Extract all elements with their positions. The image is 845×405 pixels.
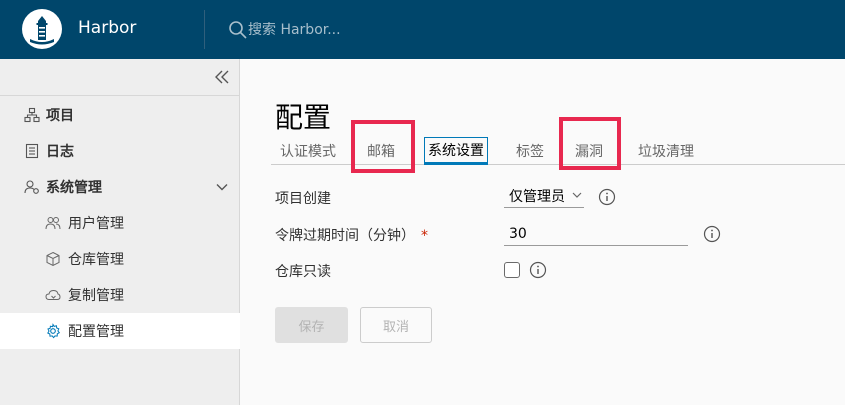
info-icon[interactable] (529, 261, 547, 279)
registry-readonly-checkbox[interactable] (504, 262, 520, 278)
sidebar-item-label: 系统管理 (46, 180, 102, 196)
global-search[interactable] (228, 18, 468, 42)
tab-garbage-collection[interactable]: 垃圾清理 (629, 137, 703, 165)
sidebar-item-replications[interactable]: 复制管理 (0, 277, 240, 313)
tab-auth[interactable]: 认证模式 (271, 137, 345, 165)
sidebar-item-logs[interactable]: 日志 (0, 133, 240, 169)
log-icon (25, 143, 39, 159)
project-creation-select[interactable]: 仅管理员 (504, 184, 584, 208)
users-icon (45, 217, 61, 230)
sidebar-item-label: 配置管理 (68, 324, 124, 340)
sidebar-item-projects[interactable]: 项目 (0, 97, 240, 133)
sidebar-item-registries[interactable]: 仓库管理 (0, 241, 240, 277)
header-divider (204, 10, 205, 49)
chevron-down-icon (572, 192, 582, 198)
app-header: Harbor (0, 0, 845, 59)
cancel-button[interactable]: 取消 (360, 307, 432, 343)
harbor-logo-icon[interactable] (22, 9, 62, 49)
sidebar-item-label: 仓库管理 (68, 252, 124, 268)
save-button[interactable]: 保存 (275, 307, 348, 343)
sidebar: 项目 日志 系统管理 用户管理 仓库管理 复制管理 配置管理 (0, 59, 240, 405)
project-creation-label: 项目创建 (275, 191, 331, 207)
project-icon (24, 107, 40, 123)
registry-icon (46, 251, 60, 267)
sidebar-item-users[interactable]: 用户管理 (0, 205, 240, 241)
page-title: 配置 (275, 101, 332, 134)
search-input[interactable] (248, 22, 458, 38)
collapse-sidebar-icon[interactable] (212, 67, 232, 87)
search-icon (229, 21, 247, 39)
sidebar-item-admin[interactable]: 系统管理 (0, 169, 240, 205)
info-icon[interactable] (703, 225, 721, 243)
sidebar-item-label: 项目 (46, 108, 74, 124)
tab-labels[interactable]: 标签 (509, 137, 551, 165)
tab-email[interactable]: 邮箱 (355, 137, 407, 165)
sidebar-item-label: 日志 (46, 144, 74, 160)
tab-system-settings[interactable]: 系统设置 (424, 137, 488, 165)
gear-icon (47, 323, 61, 339)
app-title[interactable]: Harbor (78, 18, 136, 38)
sidebar-item-label: 复制管理 (68, 288, 124, 304)
token-expiry-label: 令牌过期时间（分钟） * (275, 225, 428, 245)
chevron-down-icon[interactable] (215, 180, 229, 194)
sidebar-item-label: 用户管理 (68, 216, 124, 232)
config-tabs: 认证模式 邮箱 系统设置 标签 漏洞 垃圾清理 (271, 137, 845, 165)
tab-vulnerability[interactable]: 漏洞 (567, 137, 611, 165)
info-icon[interactable] (598, 188, 616, 206)
sidebar-item-configuration[interactable]: 配置管理 (0, 313, 240, 349)
required-marker: * (421, 228, 428, 244)
admin-icon (24, 180, 39, 194)
token-expiry-input[interactable] (504, 222, 688, 246)
project-creation-value: 仅管理员 (509, 188, 565, 205)
replication-icon (45, 289, 61, 300)
registry-readonly-label: 仓库只读 (275, 264, 331, 280)
sidebar-divider (0, 95, 240, 96)
token-expiry-label-text: 令牌过期时间（分钟） (275, 228, 415, 244)
